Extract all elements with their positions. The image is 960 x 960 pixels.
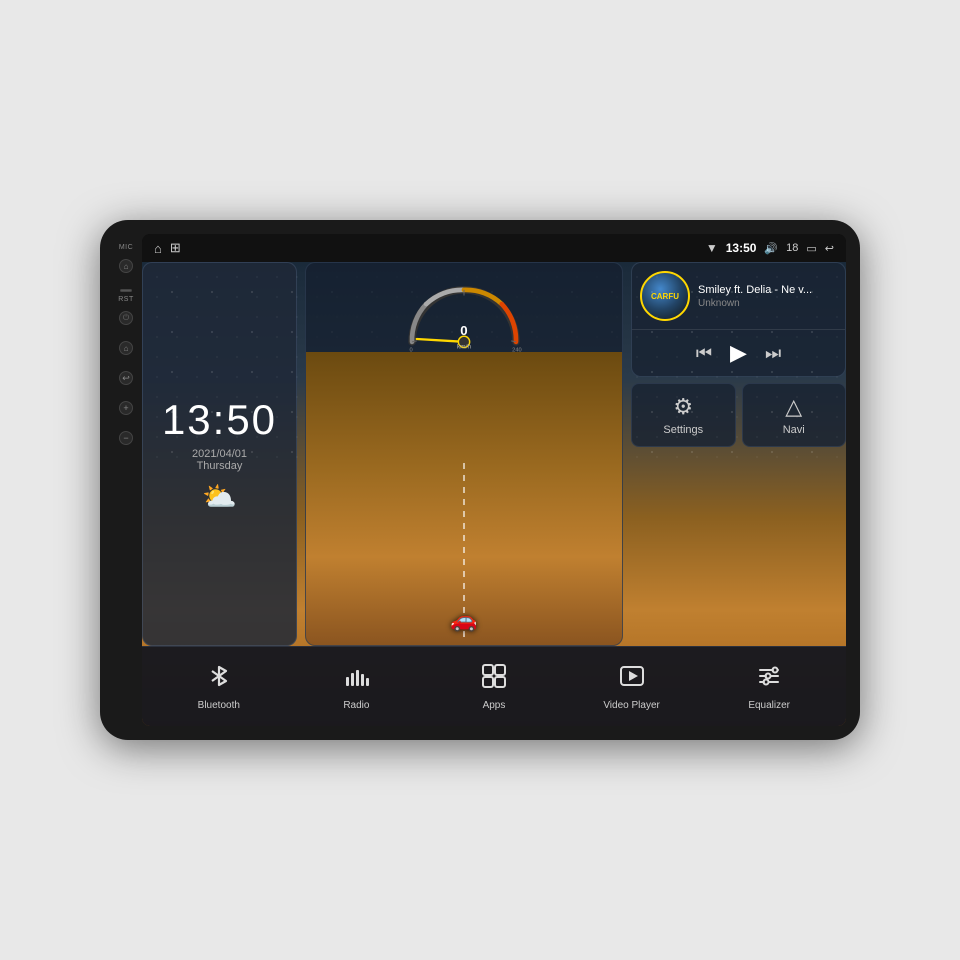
navi-button[interactable]: △ Navi	[742, 383, 847, 447]
settings-icon: ⚙	[673, 394, 693, 420]
navi-label: Navi	[783, 424, 805, 436]
album-label: CARFU	[651, 292, 679, 301]
prev-button[interactable]: ⏮	[696, 343, 712, 364]
battery-icon: ▭	[806, 242, 816, 255]
apps-status-icon[interactable]: ⊞	[170, 240, 181, 256]
clock-widget: 13:50 2021/04/01 Thursday ⛅	[142, 262, 297, 646]
album-art: CARFU	[640, 271, 690, 321]
status-time: 13:50	[726, 241, 757, 255]
rst-label: RST	[118, 296, 134, 303]
play-button[interactable]: ▶	[730, 340, 747, 366]
speedometer-gauge: 0 km/h 0 240	[394, 271, 534, 356]
equalizer-button[interactable]: Equalizer	[700, 663, 838, 711]
video-player-button[interactable]: Video Player	[563, 663, 701, 711]
speedometer-widget: 0 km/h 0 240 🚗	[305, 262, 623, 646]
radio-button[interactable]: Radio	[288, 663, 426, 711]
video-player-label: Video Player	[603, 700, 660, 711]
bluetooth-icon	[206, 663, 232, 696]
mic-label: MIC	[119, 244, 133, 251]
music-artist: Unknown	[698, 298, 837, 309]
equalizer-icon	[756, 663, 782, 696]
music-controls: ⏮ ▶ ⏭	[632, 330, 845, 376]
navi-icon: △	[785, 394, 802, 420]
car-icon: 🚗	[450, 607, 477, 633]
equalizer-label: Equalizer	[748, 700, 790, 711]
apps-icon	[481, 663, 507, 696]
wifi-icon: ▼	[706, 241, 718, 255]
bluetooth-button[interactable]: Bluetooth	[150, 663, 288, 711]
apps-label: Apps	[483, 700, 506, 711]
video-player-icon	[619, 663, 645, 696]
weather-icon: ⛅	[202, 480, 237, 513]
home2-button[interactable]: ⌂	[119, 341, 133, 355]
bluetooth-label: Bluetooth	[198, 700, 240, 711]
car-display-unit: MIC ⌂ RST ⏻ ⌂ ↩ + − ⌂ ⊞ ▼ 13:50 🔊 18 ▭ ↩	[100, 220, 860, 740]
settings-label: Settings	[663, 424, 703, 436]
music-widget: CARFU Smiley ft. Delia - Ne v... Unknown…	[631, 262, 846, 377]
clock-time-display: 13:50	[162, 396, 277, 444]
status-bar: ⌂ ⊞ ▼ 13:50 🔊 18 ▭ ↩	[142, 234, 846, 262]
volume-icon: 🔊	[764, 242, 778, 255]
power-button[interactable]: ⏻	[119, 311, 133, 325]
home-status-icon[interactable]: ⌂	[154, 241, 162, 256]
home-button[interactable]: ⌂	[119, 259, 133, 273]
radio-label: Radio	[343, 700, 369, 711]
radio-icon	[343, 663, 369, 696]
volume-level: 18	[786, 242, 798, 254]
main-content-area: 13:50 2021/04/01 Thursday ⛅	[142, 262, 846, 726]
main-screen: ⌂ ⊞ ▼ 13:50 🔊 18 ▭ ↩ 13:50 2021/04/01 Th…	[142, 234, 846, 726]
svg-text:km/h: km/h	[457, 343, 472, 350]
bottom-app-bar: Bluetooth Radio	[142, 646, 846, 726]
music-info: Smiley ft. Delia - Ne v... Unknown	[698, 284, 837, 309]
settings-button[interactable]: ⚙ Settings	[631, 383, 736, 447]
svg-text:0: 0	[460, 323, 467, 338]
mic-indicator	[120, 289, 132, 292]
volume-down-button[interactable]: −	[119, 431, 133, 445]
back-nav-icon[interactable]: ↩	[825, 242, 834, 255]
clock-date-display: 2021/04/01	[192, 448, 247, 460]
back-button[interactable]: ↩	[119, 371, 133, 385]
clock-day-display: Thursday	[197, 460, 243, 472]
next-button[interactable]: ⏭	[765, 343, 781, 364]
apps-button[interactable]: Apps	[425, 663, 563, 711]
music-title: Smiley ft. Delia - Ne v...	[698, 284, 837, 296]
volume-up-button[interactable]: +	[119, 401, 133, 415]
side-button-panel: MIC ⌂ RST ⏻ ⌂ ↩ + −	[114, 234, 142, 726]
